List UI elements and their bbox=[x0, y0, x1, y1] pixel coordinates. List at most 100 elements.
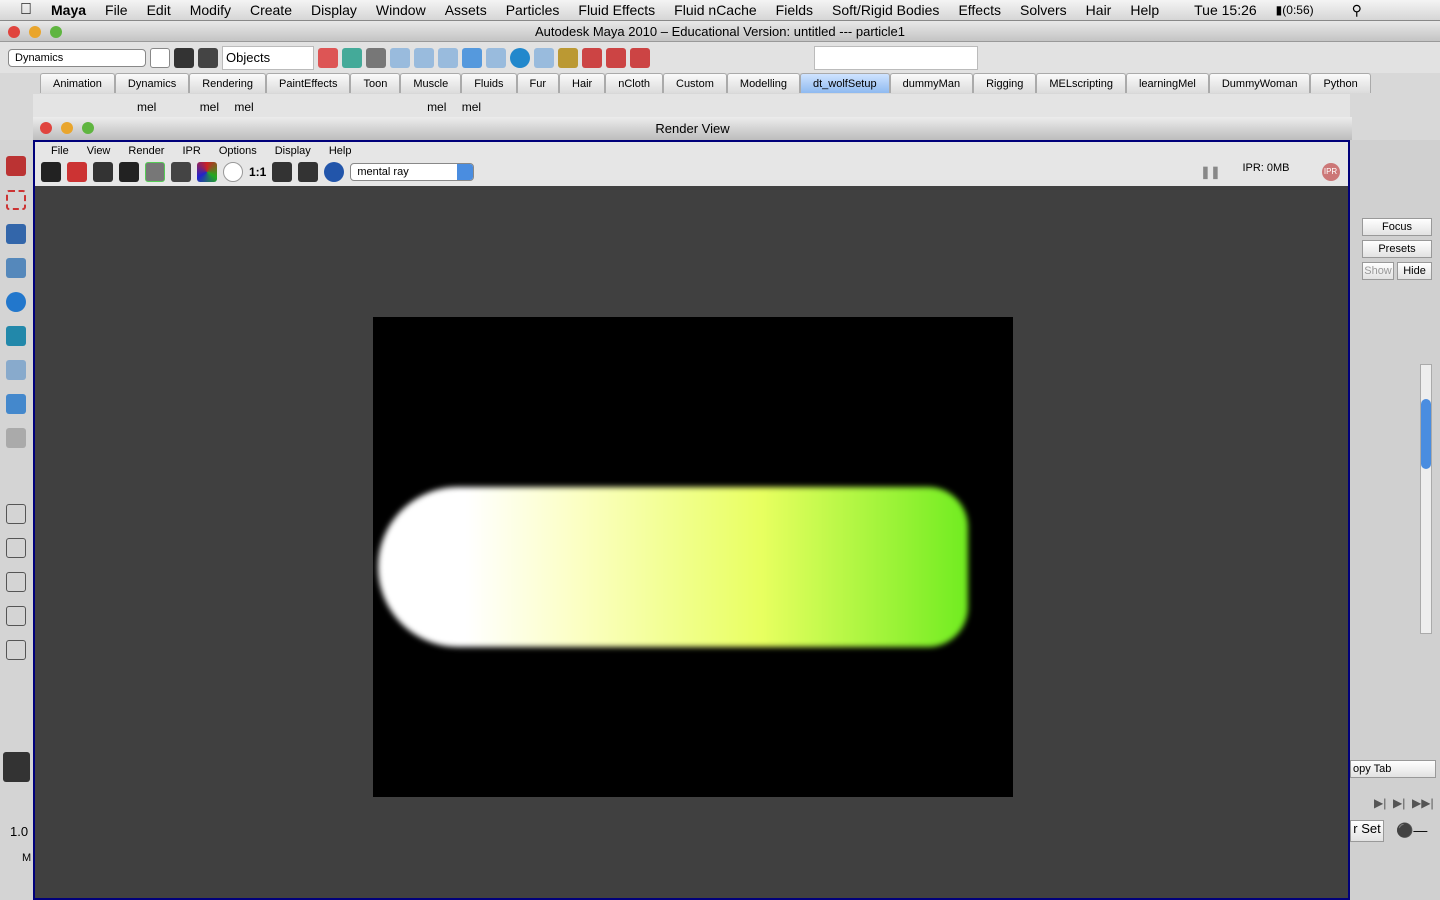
rv-menu-file[interactable]: File bbox=[51, 142, 69, 158]
snapshot-icon[interactable] bbox=[93, 162, 113, 182]
shelf-mel-button[interactable]: mel bbox=[462, 100, 481, 114]
character-set-button[interactable]: r Set bbox=[1350, 820, 1384, 842]
menu-file[interactable]: File bbox=[105, 2, 128, 18]
select-object-icon[interactable] bbox=[342, 47, 362, 68]
rv-menu-display[interactable]: Display bbox=[275, 142, 311, 158]
ipr-render-icon[interactable] bbox=[119, 162, 139, 182]
scrollbar[interactable] bbox=[1420, 364, 1432, 634]
lock-icon[interactable] bbox=[558, 47, 578, 68]
shelf-tab-custom[interactable]: Custom bbox=[663, 73, 727, 93]
shelf-mel-button[interactable]: mel bbox=[200, 100, 219, 114]
move-tool-icon[interactable] bbox=[6, 258, 26, 278]
shelf-tab-ncloth[interactable]: nCloth bbox=[605, 73, 663, 93]
select-component-icon[interactable] bbox=[366, 47, 386, 68]
rgb-channels-icon[interactable] bbox=[197, 162, 217, 182]
menu-soft-rigid[interactable]: Soft/Rigid Bodies bbox=[832, 2, 939, 18]
menu-fluid-effects[interactable]: Fluid Effects bbox=[578, 2, 655, 18]
menu-display[interactable]: Display bbox=[311, 2, 357, 18]
copy-tab-button[interactable]: opy Tab bbox=[1350, 760, 1436, 778]
select-tool-icon[interactable] bbox=[6, 156, 26, 176]
menu-solvers[interactable]: Solvers bbox=[1020, 2, 1067, 18]
clock[interactable]: Tue 15:26 bbox=[1194, 2, 1257, 18]
menu-modify[interactable]: Modify bbox=[190, 2, 231, 18]
pause-icon[interactable]: ❚❚ bbox=[1200, 165, 1220, 179]
layout-two-icon[interactable] bbox=[6, 606, 26, 626]
shelf-tab-learningmel[interactable]: learningMel bbox=[1125, 73, 1209, 93]
redo-render-icon[interactable] bbox=[41, 162, 61, 182]
zoom-icon[interactable] bbox=[82, 122, 94, 134]
snap-curve-icon[interactable] bbox=[414, 47, 434, 68]
snap-grid-icon[interactable] bbox=[390, 47, 410, 68]
shelf-tab-dummywoman[interactable]: DummyWoman bbox=[1208, 73, 1311, 93]
shelf-tab-rendering[interactable]: Rendering bbox=[189, 73, 266, 93]
menu-window[interactable]: Window bbox=[376, 2, 426, 18]
presets-button[interactable]: Presets bbox=[1362, 240, 1432, 258]
last-tool-icon[interactable] bbox=[6, 428, 26, 448]
command-input[interactable] bbox=[814, 45, 978, 70]
snap-plane-icon[interactable] bbox=[462, 47, 482, 68]
render-view-title-bar[interactable]: Render View bbox=[33, 117, 1352, 140]
selection-mode-field[interactable]: Objects bbox=[222, 45, 314, 70]
display-log-icon[interactable] bbox=[324, 162, 345, 182]
shelf-tab-muscle[interactable]: Muscle bbox=[400, 73, 462, 93]
shelf-tab-dynamics[interactable]: Dynamics bbox=[114, 73, 190, 93]
close-icon[interactable] bbox=[8, 26, 20, 38]
rv-menu-help[interactable]: Help bbox=[329, 142, 352, 158]
shelf-tab-animation[interactable]: Animation bbox=[40, 73, 115, 93]
render-region-icon[interactable] bbox=[67, 162, 87, 182]
shelf-tab-toon[interactable]: Toon bbox=[350, 73, 401, 93]
manipulator-icon[interactable] bbox=[6, 360, 26, 380]
menu-set-select[interactable]: Dynamics bbox=[8, 48, 146, 67]
focus-button[interactable]: Focus bbox=[1362, 218, 1432, 236]
soft-mod-icon[interactable] bbox=[6, 394, 26, 414]
keep-image-icon[interactable] bbox=[272, 162, 293, 182]
new-scene-icon[interactable] bbox=[150, 47, 170, 68]
render-settings-icon[interactable] bbox=[630, 47, 650, 68]
menu-hair[interactable]: Hair bbox=[1086, 2, 1112, 18]
menu-help[interactable]: Help bbox=[1130, 2, 1159, 18]
render-sequence-icon[interactable] bbox=[171, 162, 191, 182]
help-icon[interactable] bbox=[534, 47, 554, 68]
refresh-ipr-icon[interactable] bbox=[145, 162, 165, 182]
menu-fields[interactable]: Fields bbox=[776, 2, 813, 18]
rotate-tool-icon[interactable] bbox=[6, 292, 26, 312]
shelf-tab-rigging[interactable]: Rigging bbox=[973, 73, 1037, 93]
ipr-stop-icon[interactable]: IPR bbox=[1321, 163, 1340, 181]
save-scene-icon[interactable] bbox=[198, 47, 218, 68]
zoom-icon[interactable] bbox=[50, 26, 62, 38]
shelf-tab-painteffects[interactable]: PaintEffects bbox=[265, 73, 351, 93]
time-value[interactable]: 1.0 bbox=[10, 824, 28, 839]
paint-select-icon[interactable] bbox=[6, 224, 26, 244]
shelf-tab-modelling[interactable]: Modelling bbox=[726, 73, 800, 93]
lasso-tool-icon[interactable] bbox=[6, 190, 26, 210]
key-icon[interactable]: ⚫— bbox=[1396, 822, 1427, 839]
hide-button[interactable]: Hide bbox=[1397, 262, 1432, 280]
rv-menu-ipr[interactable]: IPR bbox=[182, 142, 200, 158]
shelf-tab-python[interactable]: Python bbox=[1310, 73, 1371, 93]
rv-menu-view[interactable]: View bbox=[87, 142, 111, 158]
real-size-button[interactable]: 1:1 bbox=[249, 165, 266, 179]
snap-point-icon[interactable] bbox=[438, 47, 458, 68]
apple-icon[interactable]:  bbox=[20, 1, 32, 19]
app-menu[interactable]: Maya bbox=[51, 2, 86, 18]
select-hierarchy-icon[interactable] bbox=[318, 47, 338, 68]
menu-assets[interactable]: Assets bbox=[445, 2, 487, 18]
open-scene-icon[interactable] bbox=[174, 47, 194, 68]
shelf-tab-fluids[interactable]: Fluids bbox=[461, 73, 517, 93]
shelf-tab-dt-wolfsetup[interactable]: dt_wolfSetup bbox=[800, 73, 890, 93]
show-button[interactable]: Show bbox=[1362, 262, 1394, 280]
alpha-channel-icon[interactable] bbox=[223, 162, 243, 182]
shelf-tab-hair[interactable]: Hair bbox=[559, 73, 606, 93]
ipr-icon[interactable] bbox=[606, 47, 626, 68]
scale-tool-icon[interactable] bbox=[6, 326, 26, 346]
rv-menu-render[interactable]: Render bbox=[128, 142, 164, 158]
shelf-tab-melscripting[interactable]: MELscripting bbox=[1036, 73, 1126, 93]
snap-surface-icon[interactable] bbox=[486, 47, 506, 68]
layout-list-icon[interactable] bbox=[6, 640, 26, 660]
shelf-mel-button[interactable]: mel bbox=[427, 100, 446, 114]
minimize-icon[interactable] bbox=[29, 26, 41, 38]
menu-edit[interactable]: Edit bbox=[147, 2, 171, 18]
minimize-icon[interactable] bbox=[61, 122, 73, 134]
spotlight-icon[interactable]: ⚲ bbox=[1352, 2, 1362, 19]
menu-fluid-ncache[interactable]: Fluid nCache bbox=[674, 2, 757, 18]
